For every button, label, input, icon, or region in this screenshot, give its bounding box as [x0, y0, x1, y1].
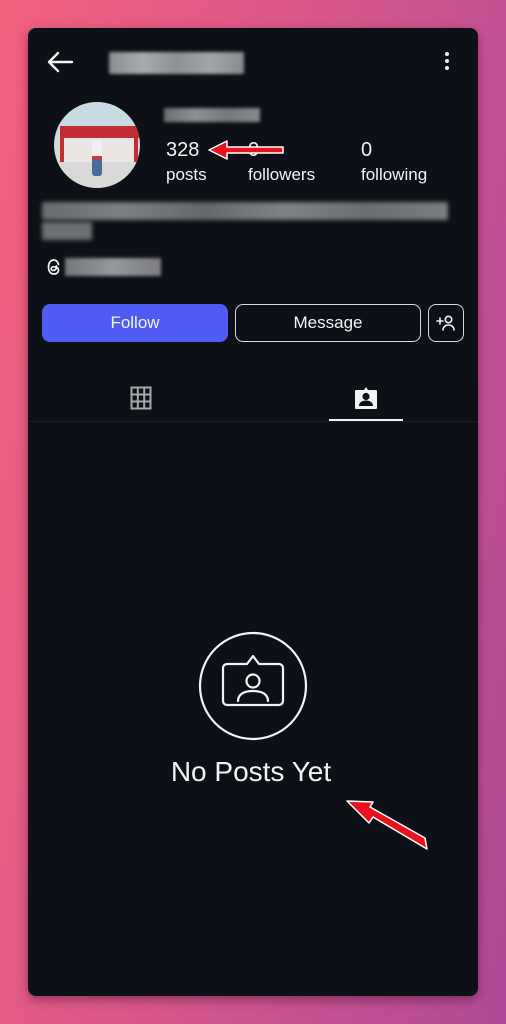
display-name-redacted	[164, 108, 260, 122]
add-person-icon	[436, 315, 455, 331]
top-bar	[28, 28, 478, 98]
followers-label: followers	[248, 165, 316, 184]
profile-screen: 328 posts 0 followers 0 following Follow…	[28, 28, 478, 996]
stat-posts[interactable]: 328 posts	[166, 138, 207, 186]
posts-count: 328	[166, 139, 200, 161]
threads-handle-redacted[interactable]	[65, 258, 161, 276]
stat-followers[interactable]: 0 followers	[248, 138, 315, 186]
username-redacted	[109, 52, 244, 74]
following-count: 0	[361, 139, 373, 161]
follow-button-label: Follow	[110, 313, 160, 332]
empty-state-message: No Posts Yet	[170, 756, 332, 787]
stat-following[interactable]: 0 following	[361, 138, 427, 186]
posts-label: posts	[166, 165, 207, 184]
active-tab-indicator	[329, 419, 403, 421]
arrow-left-icon[interactable]	[46, 50, 74, 74]
bio-redacted	[42, 202, 448, 220]
profile-tabs	[28, 374, 478, 422]
grid-icon	[130, 386, 152, 410]
message-button[interactable]: Message	[235, 304, 421, 342]
more-options-icon[interactable]	[444, 52, 450, 72]
tab-tagged[interactable]	[329, 374, 403, 422]
follow-button[interactable]: Follow	[42, 304, 228, 342]
threads-icon[interactable]	[46, 258, 62, 276]
avatar[interactable]	[54, 102, 140, 188]
bio-redacted-line2	[42, 222, 92, 240]
message-button-label: Message	[293, 313, 363, 332]
following-label: following	[361, 165, 428, 184]
suggested-accounts-button[interactable]	[428, 304, 464, 342]
tagged-person-icon	[355, 387, 377, 409]
empty-tagged-icon	[198, 631, 308, 741]
tab-posts-grid[interactable]	[104, 374, 178, 422]
followers-count: 0	[248, 139, 260, 161]
